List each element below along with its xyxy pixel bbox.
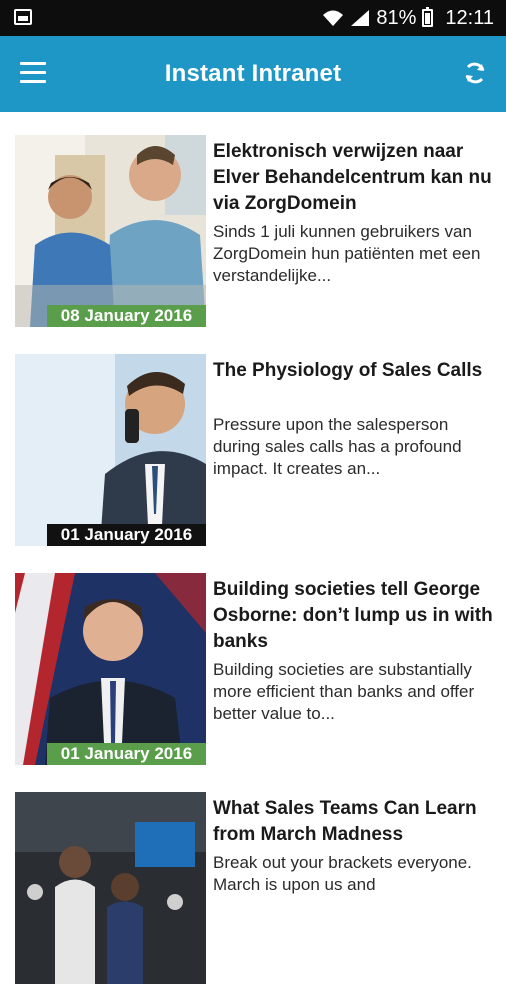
refresh-icon[interactable]	[460, 58, 490, 88]
date-badge: 08 January 2016	[47, 305, 206, 327]
status-bar-right: 81% 12:11	[322, 0, 494, 36]
article-item[interactable]: 01 January 2016 Building societies tell …	[0, 573, 506, 765]
status-bar: 81% 12:11	[0, 0, 506, 36]
app-bar: Instant Intranet	[0, 36, 506, 112]
article-title[interactable]: Elektronisch verwijzen naar Elver Behand…	[213, 139, 497, 217]
battery-percentage: 81%	[376, 6, 417, 29]
date-badge: 01 January 2016	[47, 524, 206, 546]
signal-icon	[351, 10, 370, 26]
article-title[interactable]: The Physiology of Sales Calls	[213, 358, 497, 384]
article-thumbnail	[15, 792, 206, 984]
date-badge: 01 January 2016	[47, 743, 206, 765]
article-thumbnail: 01 January 2016	[15, 354, 206, 546]
notification-image-icon	[14, 9, 32, 25]
article-title[interactable]: What Sales Teams Can Learn from March Ma…	[213, 796, 497, 848]
article-summary: Break out your brackets everyone. March …	[213, 853, 472, 894]
article-thumbnail: 08 January 2016	[15, 135, 206, 327]
app-title: Instant Intranet	[164, 60, 342, 87]
article-item[interactable]: 01 January 2016 The Physiology of Sales …	[0, 354, 506, 546]
wifi-icon	[323, 10, 344, 26]
article-item[interactable]: 08 January 2016 Elektronisch verwijzen n…	[0, 135, 506, 327]
clock: 12:11	[445, 6, 494, 29]
article-summary: Sinds 1 juli kunnen gebruikers van ZorgD…	[213, 222, 481, 285]
battery-icon	[422, 7, 434, 27]
article-title[interactable]: Building societies tell George Osborne: …	[213, 577, 497, 655]
article-thumbnail: 01 January 2016	[15, 573, 206, 765]
article-summary: Building societies are substantially mor…	[213, 660, 475, 723]
article-summary: Pressure upon the salesperson during sal…	[213, 415, 462, 478]
article-item[interactable]: What Sales Teams Can Learn from March Ma…	[0, 792, 506, 984]
